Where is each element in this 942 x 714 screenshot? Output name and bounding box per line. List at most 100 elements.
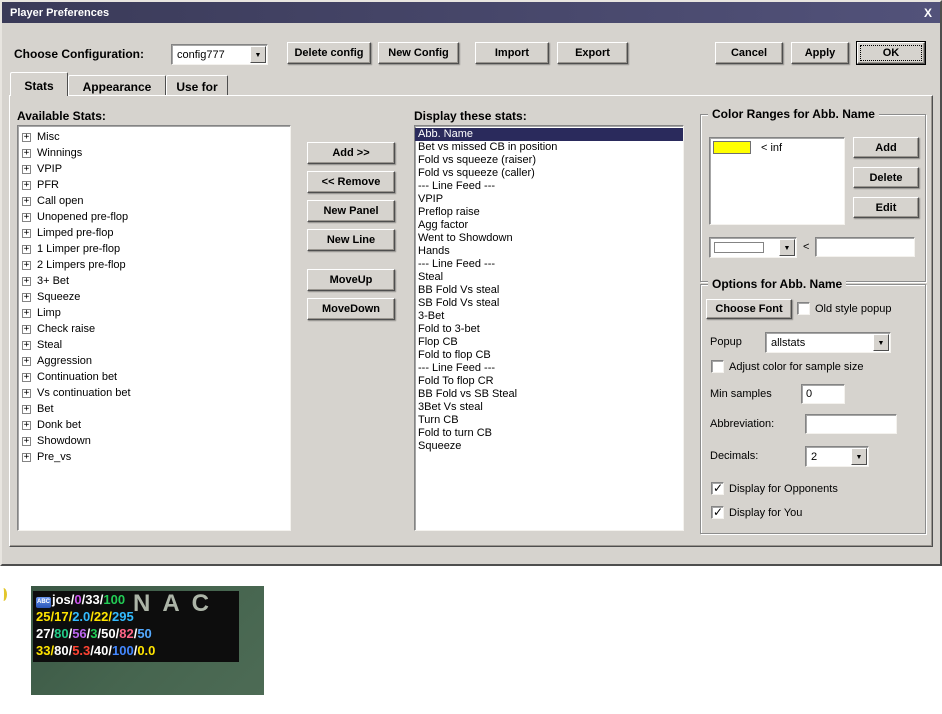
decimals-select[interactable]: 2 ▼ bbox=[805, 446, 869, 467]
expand-plus-icon[interactable]: + bbox=[22, 196, 31, 206]
available-stat-item[interactable]: + Bet bbox=[18, 401, 290, 417]
display-stat-item[interactable]: Fold to flop CB bbox=[415, 349, 683, 362]
range-add-button[interactable]: Add bbox=[853, 137, 919, 158]
expand-plus-icon[interactable]: + bbox=[22, 420, 31, 430]
threshold-input[interactable] bbox=[815, 237, 915, 257]
new-panel-button[interactable]: New Panel bbox=[307, 200, 395, 222]
tab-appearance[interactable]: Appearance bbox=[68, 75, 166, 96]
display-stat-item[interactable]: --- Line Feed --- bbox=[415, 180, 683, 193]
range-edit-button[interactable]: Edit bbox=[853, 197, 919, 218]
expand-plus-icon[interactable]: + bbox=[22, 324, 31, 334]
expand-plus-icon[interactable]: + bbox=[22, 180, 31, 190]
available-stat-item[interactable]: + Limped pre-flop bbox=[18, 225, 290, 241]
expand-plus-icon[interactable]: + bbox=[22, 452, 31, 462]
display-stat-item[interactable]: BB Fold vs SB Steal bbox=[415, 388, 683, 401]
display-stat-item[interactable]: BB Fold Vs steal bbox=[415, 284, 683, 297]
available-stat-item[interactable]: + Limp bbox=[18, 305, 290, 321]
choose-font-button[interactable]: Choose Font bbox=[706, 299, 792, 319]
expand-plus-icon[interactable]: + bbox=[22, 132, 31, 142]
expand-plus-icon[interactable]: + bbox=[22, 404, 31, 414]
available-stat-item[interactable]: + Vs continuation bet bbox=[18, 385, 290, 401]
cancel-button[interactable]: Cancel bbox=[715, 42, 783, 64]
display-stat-item[interactable]: Flop CB bbox=[415, 336, 683, 349]
available-stat-item[interactable]: + Steal bbox=[18, 337, 290, 353]
available-stat-item[interactable]: + Check raise bbox=[18, 321, 290, 337]
display-stat-item[interactable]: Bet vs missed CB in position bbox=[415, 141, 683, 154]
display-stat-item[interactable]: Preflop raise bbox=[415, 206, 683, 219]
abbreviation-input[interactable] bbox=[805, 414, 897, 434]
display-stat-item[interactable]: Fold vs squeeze (raiser) bbox=[415, 154, 683, 167]
expand-plus-icon[interactable]: + bbox=[22, 308, 31, 318]
available-stat-item[interactable]: + VPIP bbox=[18, 161, 290, 177]
expand-plus-icon[interactable]: + bbox=[22, 388, 31, 398]
available-stat-item[interactable]: + Misc bbox=[18, 129, 290, 145]
expand-plus-icon[interactable]: + bbox=[22, 340, 31, 350]
dropdown-arrow-icon[interactable]: ▼ bbox=[250, 46, 266, 63]
display-stat-item[interactable]: Fold To flop CR bbox=[415, 375, 683, 388]
expand-plus-icon[interactable]: + bbox=[22, 164, 31, 174]
dropdown-arrow-icon[interactable]: ▼ bbox=[851, 448, 867, 465]
display-stat-item[interactable]: Hands bbox=[415, 245, 683, 258]
popup-select[interactable]: allstats ▼ bbox=[765, 332, 891, 353]
expand-plus-icon[interactable]: + bbox=[22, 372, 31, 382]
configuration-select[interactable]: config777 ▼ bbox=[171, 44, 268, 65]
display-stat-item[interactable]: Fold to 3-bet bbox=[415, 323, 683, 336]
available-stat-item[interactable]: + Call open bbox=[18, 193, 290, 209]
export-button[interactable]: Export bbox=[557, 42, 628, 64]
expand-plus-icon[interactable]: + bbox=[22, 356, 31, 366]
adjust-color-checkbox[interactable] bbox=[711, 360, 724, 373]
display-stat-item[interactable]: 3Bet Vs steal bbox=[415, 401, 683, 414]
available-stat-item[interactable]: + Unopened pre-flop bbox=[18, 209, 290, 225]
range-delete-button[interactable]: Delete bbox=[853, 167, 919, 188]
display-stat-item[interactable]: Abb. Name bbox=[415, 128, 683, 141]
old-style-popup-checkbox[interactable] bbox=[797, 302, 810, 315]
min-samples-input[interactable] bbox=[801, 384, 845, 404]
new-line-button[interactable]: New Line bbox=[307, 229, 395, 251]
available-stats-list[interactable]: + Misc + Winnings + VPIP + PFR + Call open + Unopen… bbox=[17, 125, 291, 531]
available-stat-item[interactable]: + Winnings bbox=[18, 145, 290, 161]
available-stat-item[interactable]: + Donk bet bbox=[18, 417, 290, 433]
range-color-select[interactable]: ▼ bbox=[709, 237, 797, 258]
available-stat-item[interactable]: + Squeeze bbox=[18, 289, 290, 305]
available-stat-item[interactable]: +3+ Bet bbox=[18, 273, 290, 289]
available-stat-item[interactable]: + Showdown bbox=[18, 433, 290, 449]
available-stat-item[interactable]: +2 Limpers pre-flop bbox=[18, 257, 290, 273]
display-stat-item[interactable]: Agg factor bbox=[415, 219, 683, 232]
delete-config-button[interactable]: Delete config bbox=[287, 42, 371, 64]
display-stat-item[interactable]: Turn CB bbox=[415, 414, 683, 427]
expand-plus-icon[interactable]: + bbox=[22, 228, 31, 238]
expand-plus-icon[interactable]: + bbox=[22, 212, 31, 222]
display-stat-item[interactable]: --- Line Feed --- bbox=[415, 258, 683, 271]
expand-plus-icon[interactable]: + bbox=[22, 292, 31, 302]
move-up-button[interactable]: MoveUp bbox=[307, 269, 395, 291]
expand-plus-icon[interactable]: + bbox=[22, 148, 31, 158]
dropdown-arrow-icon[interactable]: ▼ bbox=[873, 334, 889, 351]
display-stat-item[interactable]: SB Fold Vs steal bbox=[415, 297, 683, 310]
available-stat-item[interactable]: + Aggression bbox=[18, 353, 290, 369]
available-stat-item[interactable]: + PFR bbox=[18, 177, 290, 193]
display-stat-item[interactable]: Fold vs squeeze (caller) bbox=[415, 167, 683, 180]
expand-plus-icon[interactable]: + bbox=[22, 244, 31, 254]
display-for-opponents-checkbox[interactable] bbox=[711, 481, 724, 495]
close-button[interactable]: X bbox=[924, 6, 932, 20]
color-range-item[interactable]: < inf bbox=[713, 141, 841, 156]
move-down-button[interactable]: MoveDown bbox=[307, 298, 395, 320]
tab-stats[interactable]: Stats bbox=[10, 72, 68, 96]
display-stat-item[interactable]: Went to Showdown bbox=[415, 232, 683, 245]
available-stat-item[interactable]: + Pre_vs bbox=[18, 449, 290, 465]
display-stat-item[interactable]: Steal bbox=[415, 271, 683, 284]
ok-button[interactable]: OK bbox=[857, 42, 925, 64]
new-config-button[interactable]: New Config bbox=[378, 42, 459, 64]
display-for-you-checkbox[interactable] bbox=[711, 505, 724, 519]
dropdown-arrow-icon[interactable]: ▼ bbox=[779, 239, 795, 256]
apply-button[interactable]: Apply bbox=[791, 42, 849, 64]
display-stat-item[interactable]: Fold to turn CB bbox=[415, 427, 683, 440]
display-stat-item[interactable]: Squeeze bbox=[415, 440, 683, 453]
display-stat-item[interactable]: --- Line Feed --- bbox=[415, 362, 683, 375]
remove-button[interactable]: << Remove bbox=[307, 171, 395, 193]
tab-use-for[interactable]: Use for bbox=[166, 75, 228, 96]
add-button[interactable]: Add >> bbox=[307, 142, 395, 164]
available-stat-item[interactable]: + Continuation bet bbox=[18, 369, 290, 385]
display-stat-item[interactable]: VPIP bbox=[415, 193, 683, 206]
expand-plus-icon[interactable]: + bbox=[22, 436, 31, 446]
